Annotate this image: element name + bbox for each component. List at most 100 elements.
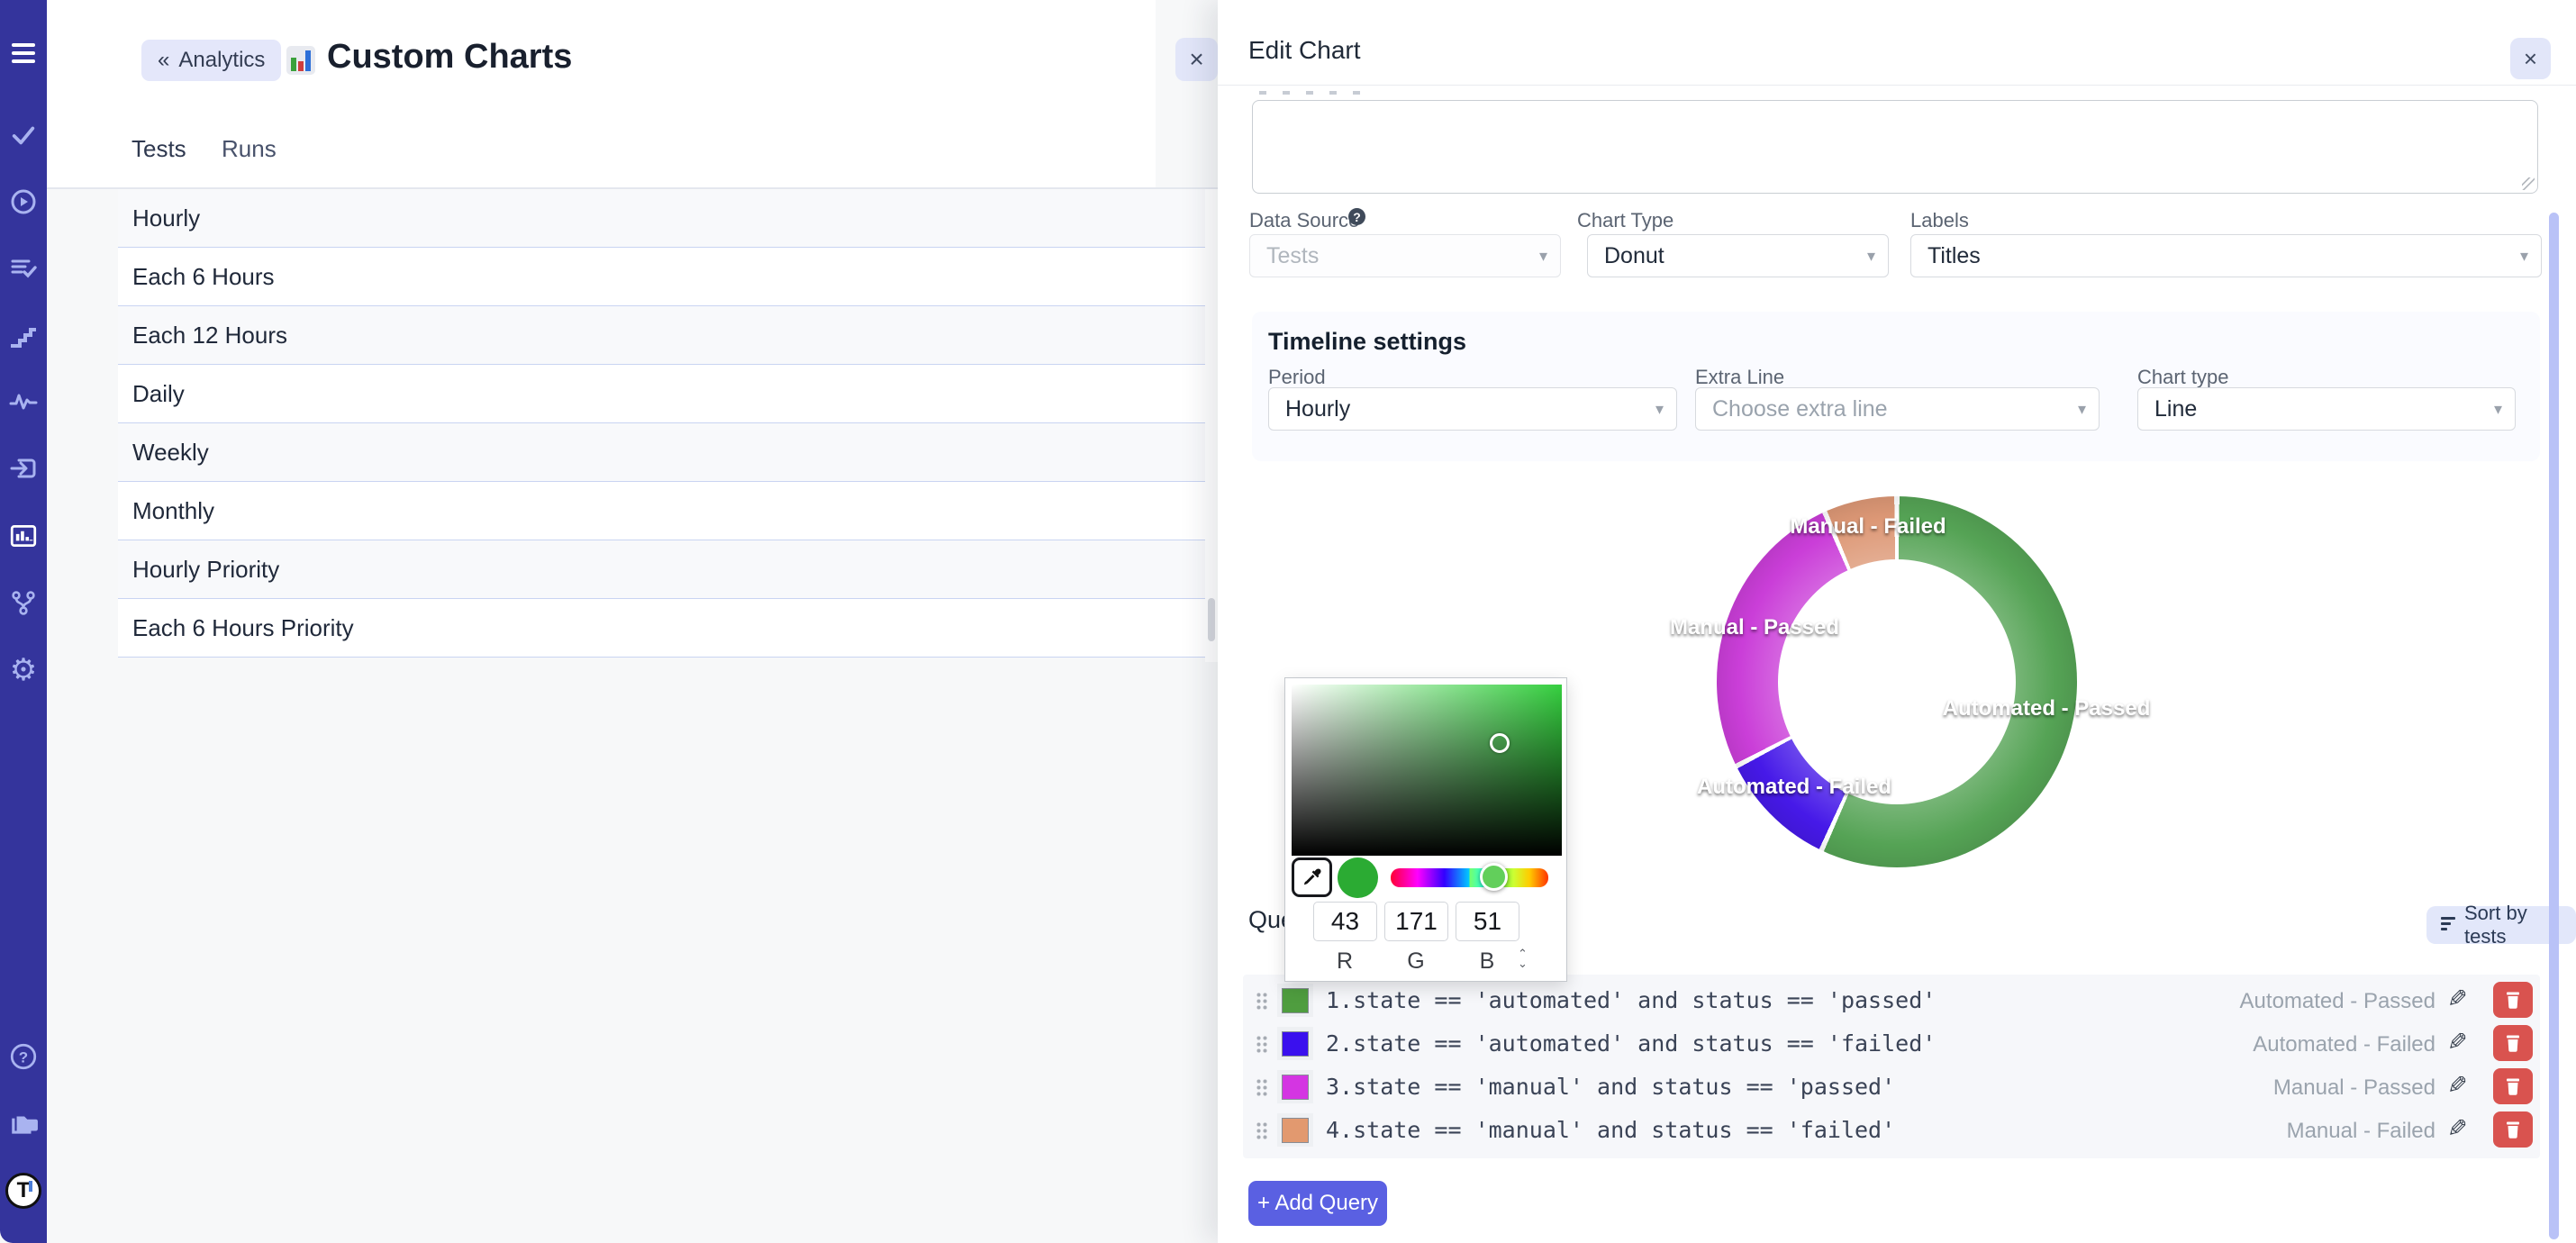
page-title: Custom Charts — [327, 38, 572, 77]
app-root: ⚙ ? T « Analytics Custom Charts × Tests … — [0, 0, 2576, 1243]
menu-icon[interactable] — [12, 43, 35, 68]
slice-label-manual-failed: Manual - Failed — [1790, 514, 1946, 540]
saturation-area[interactable] — [1292, 685, 1562, 856]
chart-type-label: Chart Type — [1577, 209, 1673, 232]
green-input[interactable] — [1384, 902, 1448, 941]
data-source-help-icon[interactable]: ? — [1348, 208, 1365, 225]
query-row: 2.state == 'automated' and status == 'fa… — [1243, 1021, 2540, 1065]
query-row: 4.state == 'manual' and status == 'faile… — [1243, 1108, 2540, 1151]
list-item-each-6-hours[interactable]: Each 6 Hours — [118, 248, 1213, 306]
data-source-label: Data Source — [1249, 209, 1359, 232]
import-icon[interactable] — [0, 449, 47, 488]
custom-charts-icon — [286, 45, 316, 76]
play-circle-icon[interactable] — [0, 182, 47, 222]
branches-icon[interactable] — [0, 583, 47, 622]
color-picker-popover: R G B ⌃⌄ — [1284, 677, 1567, 982]
back-chevron-icon: « — [158, 48, 169, 73]
chart-description-textarea[interactable] — [1252, 100, 2538, 194]
list-item-monthly[interactable]: Monthly — [118, 482, 1213, 540]
delete-query-button[interactable] — [2493, 1068, 2533, 1104]
settings-gear-icon[interactable]: ⚙ — [0, 650, 47, 690]
drawer-header-divider — [1218, 85, 2576, 86]
red-input[interactable] — [1313, 902, 1377, 941]
pulse-icon[interactable] — [0, 381, 47, 421]
drag-handle-icon[interactable] — [1256, 992, 1268, 1010]
tab-runs[interactable]: Runs — [222, 135, 277, 163]
delete-query-button[interactable] — [2493, 1111, 2533, 1148]
list-item-hourly[interactable]: Hourly — [118, 189, 1213, 248]
list-item-each-6-hours-priority[interactable]: Each 6 Hours Priority — [118, 599, 1213, 658]
extra-line-select[interactable]: Choose extra line ▾ — [1695, 387, 2100, 431]
check-icon[interactable] — [0, 115, 47, 155]
delete-query-button[interactable] — [2493, 982, 2533, 1018]
slice-label-automated-passed: Automated - Passed — [1943, 696, 2151, 721]
test-list-icon[interactable] — [0, 248, 47, 287]
period-select[interactable]: Hourly ▾ — [1268, 387, 1677, 431]
color-mode-toggle[interactable]: ⌃⌄ — [1518, 948, 1528, 968]
list-scrollbar-track — [1205, 189, 1218, 662]
edit-chart-drawer: Edit Chart × Data Source ? Chart Type La… — [1218, 0, 2576, 1243]
list-item-hourly-priority[interactable]: Hourly Priority — [118, 540, 1213, 599]
left-panel-close-button[interactable]: × — [1175, 38, 1218, 81]
left-panel-header — [47, 0, 1156, 189]
period-label: Period — [1268, 366, 1326, 389]
slice-label-manual-passed: Manual - Passed — [1670, 615, 1839, 640]
chevron-down-icon: ▾ — [1867, 247, 1875, 266]
list-scrollbar-thumb[interactable] — [1208, 598, 1215, 641]
timeline-chart-type-select[interactable]: Line ▾ — [2137, 387, 2516, 431]
tab-tests[interactable]: Tests — [132, 135, 186, 163]
trash-icon — [2505, 1121, 2521, 1139]
drawer-close-button[interactable]: × — [2510, 38, 2551, 79]
close-icon: × — [1189, 45, 1203, 74]
blue-input[interactable] — [1456, 902, 1519, 941]
eyedropper-icon — [1302, 866, 1323, 888]
help-icon[interactable]: ? — [0, 1037, 47, 1076]
chevron-down-icon: ▾ — [2520, 247, 2528, 266]
query-color-swatch[interactable] — [1277, 984, 1313, 1017]
drag-handle-icon[interactable] — [1256, 1121, 1268, 1139]
blue-label: B — [1480, 948, 1495, 975]
trash-icon — [2505, 991, 2521, 1009]
drag-handle-icon[interactable] — [1256, 1035, 1268, 1053]
bar-chart-icon[interactable] — [0, 516, 47, 556]
query-color-swatch[interactable] — [1277, 1027, 1313, 1060]
drag-handle-icon[interactable] — [1256, 1078, 1268, 1096]
query-color-swatch[interactable] — [1277, 1113, 1313, 1147]
timeline-chart-type-label: Chart type — [2137, 366, 2229, 389]
queries-list: 1.state == 'automated' and status == 'pa… — [1243, 975, 2540, 1158]
app-logo[interactable]: T — [0, 1171, 47, 1211]
svg-text:?: ? — [19, 1048, 28, 1066]
eyedropper-button[interactable] — [1292, 857, 1332, 897]
projects-folder-icon[interactable] — [0, 1104, 47, 1144]
clipped-label-remnant — [1259, 91, 1367, 95]
donut-chart-hole — [1778, 559, 2016, 804]
list-item-weekly[interactable]: Weekly — [118, 423, 1213, 482]
edit-pencil-icon[interactable]: ✎ — [2447, 1072, 2468, 1100]
list-item-daily[interactable]: Daily — [118, 365, 1213, 423]
slice-label-automated-failed: Automated - Failed — [1697, 775, 1891, 800]
list-item-each-12-hours[interactable]: Each 12 Hours — [118, 306, 1213, 365]
steps-icon[interactable] — [0, 315, 47, 355]
chevron-down-icon: ▾ — [2494, 400, 2502, 419]
query-color-swatch[interactable] — [1277, 1070, 1313, 1103]
extra-line-label: Extra Line — [1695, 366, 1784, 389]
close-icon: × — [2524, 45, 2537, 73]
drawer-scrollbar-thumb[interactable] — [2549, 213, 2559, 1239]
delete-query-button[interactable] — [2493, 1025, 2533, 1061]
add-query-button[interactable]: + Add Query — [1248, 1181, 1387, 1226]
chart-type-select[interactable]: Donut ▾ — [1587, 234, 1889, 277]
sort-icon — [2441, 917, 2455, 933]
labels-select[interactable]: Titles ▾ — [1910, 234, 2542, 277]
hue-slider-handle[interactable] — [1480, 863, 1508, 891]
chevron-down-icon: ▾ — [1655, 400, 1664, 419]
timeline-settings-title: Timeline settings — [1268, 328, 1466, 356]
edit-pencil-icon[interactable]: ✎ — [2447, 985, 2468, 1013]
logo-accent — [29, 1181, 32, 1192]
saturation-handle[interactable] — [1490, 733, 1510, 753]
back-to-analytics-button[interactable]: « Analytics — [141, 40, 281, 81]
edit-pencil-icon[interactable]: ✎ — [2447, 1029, 2468, 1057]
edit-pencil-icon[interactable]: ✎ — [2447, 1115, 2468, 1143]
data-source-select[interactable]: Tests ▾ — [1249, 234, 1561, 277]
hue-slider[interactable] — [1391, 868, 1548, 887]
sidebar: ⚙ ? T — [0, 0, 47, 1243]
